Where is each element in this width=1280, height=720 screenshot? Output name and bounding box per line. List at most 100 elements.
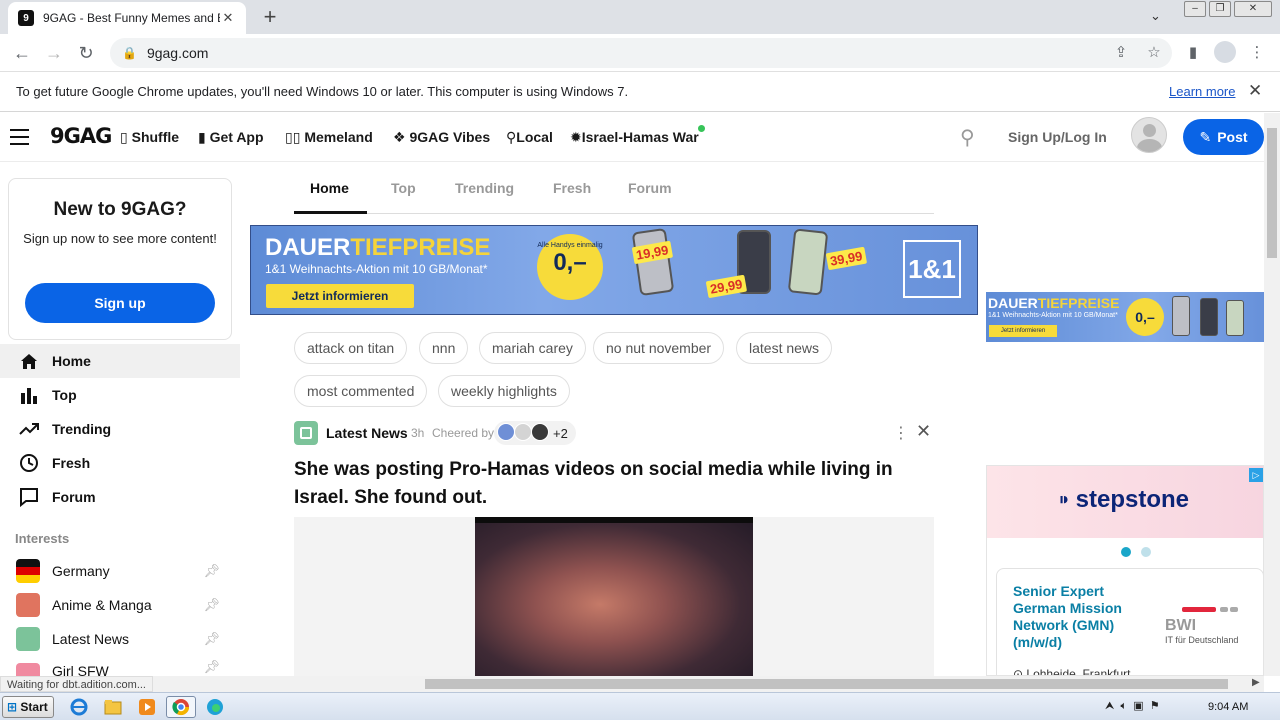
stepstone-logo: ⁍ stepstone [1059, 486, 1190, 513]
nav-shuffle[interactable]: ▯ Shuffle [120, 129, 179, 146]
nav-local[interactable]: ⚲Local [506, 129, 553, 146]
internet-explorer-icon[interactable] [66, 696, 92, 718]
side-banner-ad[interactable]: DAUERTIEFPREISE 1&1 Weihnachts-Aktion mi… [986, 292, 1264, 342]
menu-icon[interactable] [10, 129, 29, 150]
interest-item-anime-manga[interactable]: Anime & Manga 📌︎ [16, 591, 220, 619]
search-icon[interactable]: ⚲ [960, 125, 975, 150]
banner-headline: DAUERTIEFPREISE [265, 234, 491, 261]
latest-news-icon[interactable] [294, 421, 318, 445]
interest-item-latest-news[interactable]: Latest News 📌︎ [16, 625, 220, 653]
chrome-menu-icon[interactable]: ⋮ [1246, 43, 1268, 61]
browser-tab[interactable]: 9 9GAG - Best Funny Memes and Breaking N… [8, 2, 246, 34]
file-explorer-icon[interactable] [100, 696, 126, 718]
pin-icon[interactable]: 📌︎ [203, 563, 220, 579]
site-favicon-icon: 9 [18, 10, 34, 26]
horizontal-scroll-thumb[interactable] [425, 679, 1228, 689]
side-banner-headline: DAUERTIEFPREISE [988, 295, 1120, 311]
home-icon [18, 351, 40, 371]
new-tab-button[interactable]: + [256, 4, 284, 30]
post-button[interactable]: ✎ Post [1183, 119, 1264, 155]
forward-button[interactable]: → [42, 42, 66, 64]
tab-home[interactable]: Home [310, 180, 349, 196]
minimize-button[interactable]: – [1184, 1, 1206, 17]
restore-button[interactable]: ❐ [1209, 1, 1231, 17]
latest-news-icon [16, 627, 40, 651]
chrome-taskbar-icon[interactable] [166, 696, 196, 718]
tab-forum[interactable]: Forum [628, 180, 672, 196]
sidebar-item-top[interactable]: Top [0, 378, 240, 412]
carousel-dot-active[interactable] [1121, 547, 1131, 557]
tag-chip[interactable]: latest news [736, 332, 833, 364]
chat-icon [18, 487, 40, 507]
interest-item-germany[interactable]: Germany 📌︎ [16, 557, 220, 585]
site-logo[interactable]: 9GAG [50, 124, 112, 148]
nav-memeland[interactable]: ▯▯ Memeland [285, 129, 373, 146]
back-button[interactable]: ← [10, 42, 34, 64]
post-category[interactable]: Latest News [326, 425, 408, 441]
banner-price-badge: Alle Handys einmalig 0,– [537, 234, 603, 300]
tray-up-arrow-icon: ⮝ [1105, 700, 1115, 712]
media-player-icon[interactable] [134, 696, 160, 718]
nav-9gag-vibes[interactable]: ❖ 9GAG Vibes [393, 129, 490, 146]
side-panel-icon[interactable]: ▮ [1182, 43, 1204, 61]
nav-get-app[interactable]: ▮ Get App [198, 129, 264, 146]
banner-ad[interactable]: DAUERTIEFPREISE 1&1 Weihnachts-Aktion mi… [250, 225, 978, 315]
profile-icon[interactable] [1214, 41, 1236, 63]
vertical-scrollbar[interactable] [1264, 113, 1280, 676]
nav-israel-hamas-war[interactable]: ✹Israel-Hamas War [570, 129, 699, 146]
signup-login-link[interactable]: Sign Up/Log In [1008, 129, 1107, 145]
vertical-scroll-thumb[interactable] [1267, 128, 1277, 258]
avatar-icon[interactable] [1131, 117, 1167, 153]
address-bar[interactable]: 🔒 9gag.com [110, 38, 1172, 68]
side-banner-subline: 1&1 Weihnachts-Aktion mit 10 GB/Monat* [988, 312, 1118, 319]
scroll-right-arrow-icon[interactable]: ▶ [1252, 677, 1260, 688]
tab-fresh[interactable]: Fresh [553, 180, 591, 196]
tag-chip[interactable]: most commented [294, 375, 428, 407]
cheered-by-label: Cheered by [432, 426, 495, 440]
signup-button[interactable]: Sign up [25, 283, 215, 323]
start-button[interactable]: ⊞ Start [2, 696, 54, 718]
sidebar-item-forum[interactable]: Forum [0, 480, 240, 514]
close-icon[interactable]: ✕ [916, 421, 931, 442]
tag-chip[interactable]: mariah carey [479, 332, 586, 364]
tab-top[interactable]: Top [391, 180, 416, 196]
sidebar-item-fresh[interactable]: Fresh [0, 446, 240, 480]
share-icon[interactable]: ⇪ [1110, 43, 1132, 61]
reload-button[interactable]: ↻ [74, 42, 98, 64]
tab-search-chevron-icon[interactable]: ⌄ [1150, 8, 1161, 24]
carousel-dot[interactable] [1141, 547, 1151, 557]
pin-icon[interactable]: 📌︎ [203, 597, 220, 613]
infobar-close-icon[interactable]: ✕ [1248, 81, 1262, 101]
banner-cta-button[interactable]: Jetzt informieren [266, 284, 414, 308]
close-tab-icon[interactable]: ✕ [220, 10, 236, 26]
pin-icon[interactable]: 📌︎ [203, 631, 220, 647]
side-banner-cta[interactable]: Jetzt informieren [989, 325, 1057, 337]
volume-icon: 🔈︎ [1120, 700, 1128, 712]
sidebar-item-home[interactable]: Home [0, 344, 240, 378]
tag-chip[interactable]: attack on titan [294, 332, 408, 364]
post-video[interactable] [475, 517, 753, 676]
more-options-icon[interactable]: ⋮ [893, 423, 909, 443]
tab-title: 9GAG - Best Funny Memes and Breaking New… [43, 11, 220, 25]
adchoices-icon[interactable]: ▷ [1249, 468, 1263, 482]
system-tray[interactable]: ⮝ 🔈︎ ▣ ⚑ [1105, 699, 1160, 713]
tag-chip[interactable]: nnn [419, 332, 469, 364]
tag-chip[interactable]: weekly highlights [438, 375, 570, 407]
avatar [497, 423, 515, 441]
pin-icon[interactable]: 📌︎ [203, 659, 220, 675]
horizontal-scrollbar[interactable]: ▶ [0, 676, 1264, 692]
learn-more-link[interactable]: Learn more [1169, 84, 1235, 99]
stepstone-ad[interactable]: ⁍ stepstone ▷ Senior Expert German Missi… [986, 465, 1264, 676]
stepstone-header: ⁍ stepstone [987, 466, 1263, 538]
job-title[interactable]: Senior Expert German Mission Network (GM… [1013, 583, 1153, 651]
post-title[interactable]: She was posting Pro-Hamas videos on soci… [294, 456, 934, 512]
taskbar-clock[interactable]: 9:04 AM [1208, 701, 1248, 713]
close-window-button[interactable]: ✕ [1234, 1, 1272, 17]
job-card[interactable]: Senior Expert German Mission Network (GM… [996, 568, 1263, 675]
edge-icon[interactable] [202, 696, 228, 718]
interest-item-girl-sfw[interactable]: Girl SFW 📌︎ [16, 659, 220, 676]
sidebar-item-trending[interactable]: Trending [0, 412, 240, 446]
tag-chip[interactable]: no nut november [593, 332, 725, 364]
tab-trending[interactable]: Trending [455, 180, 514, 196]
bookmark-star-icon[interactable]: ☆ [1143, 43, 1165, 61]
